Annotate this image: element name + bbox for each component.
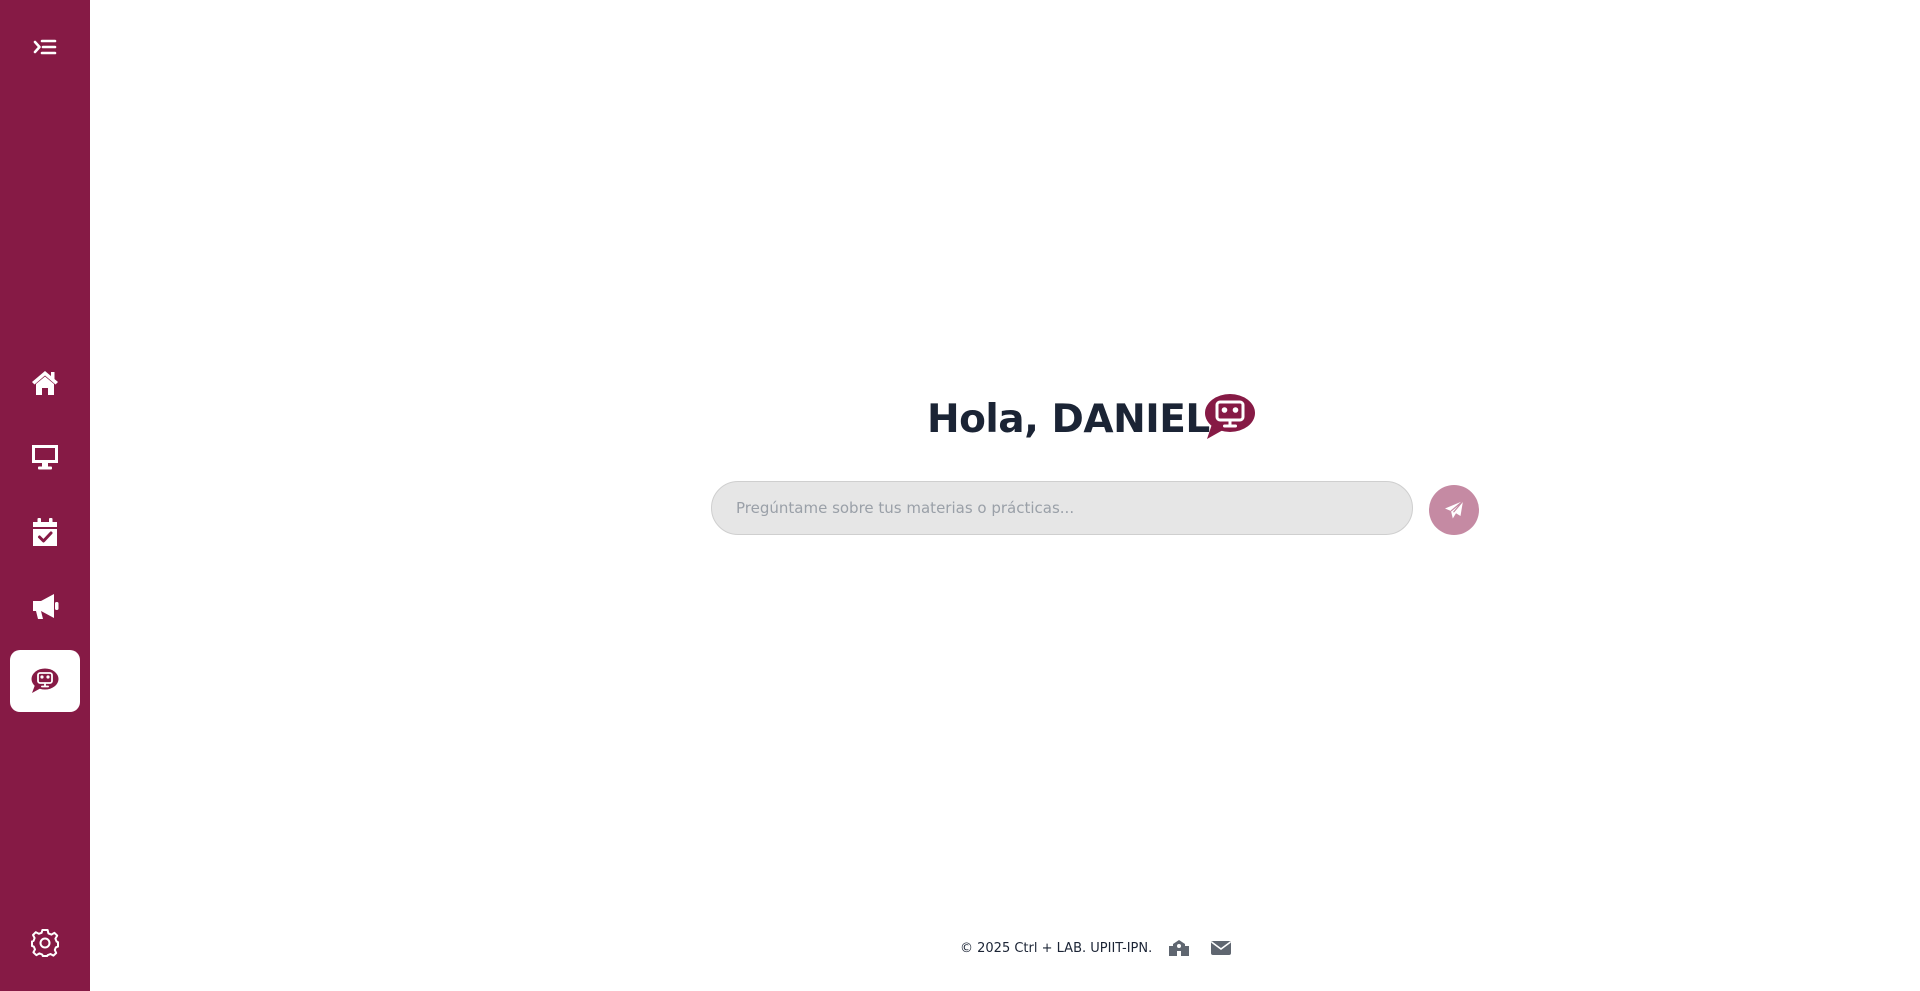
school-link[interactable]: [1168, 939, 1190, 957]
email-link[interactable]: [1210, 940, 1232, 956]
paper-plane-icon: [1445, 500, 1464, 519]
gear-icon: [31, 929, 59, 957]
greeting-title: Hola, DANIEL: [927, 396, 1210, 442]
send-button[interactable]: [1429, 485, 1479, 535]
footer-copyright: © 2025 Ctrl + LAB. UPIIT-IPN.: [960, 940, 1153, 956]
chat-input[interactable]: [711, 481, 1413, 535]
sidebar-item-desktop[interactable]: [10, 426, 80, 488]
chat-bot-icon: [31, 668, 59, 693]
sidebar-item-home[interactable]: [10, 352, 80, 414]
sidebar-item-calendar[interactable]: [10, 501, 80, 563]
chat-bot-icon: [1205, 394, 1255, 439]
desktop-icon: [32, 445, 58, 470]
settings-button[interactable]: [10, 912, 80, 974]
main-content: Hola, DANIEL © 2025 Ctrl + LAB. UPIIT-IP…: [90, 0, 1920, 991]
megaphone-icon: [33, 594, 59, 619]
sidebar-item-chatbot[interactable]: [10, 650, 80, 712]
calendar-check-icon: [33, 518, 57, 546]
sidebar: [0, 0, 90, 991]
footer: © 2025 Ctrl + LAB. UPIIT-IPN.: [960, 938, 1232, 958]
home-icon: [32, 371, 58, 395]
school-icon: [1169, 940, 1190, 956]
greeting: Hola, DANIEL: [927, 394, 1255, 444]
menu-indent-icon: [33, 39, 57, 55]
sidebar-item-announcements[interactable]: [10, 575, 80, 637]
sidebar-toggle-button[interactable]: [10, 16, 80, 78]
envelope-icon: [1211, 941, 1232, 955]
